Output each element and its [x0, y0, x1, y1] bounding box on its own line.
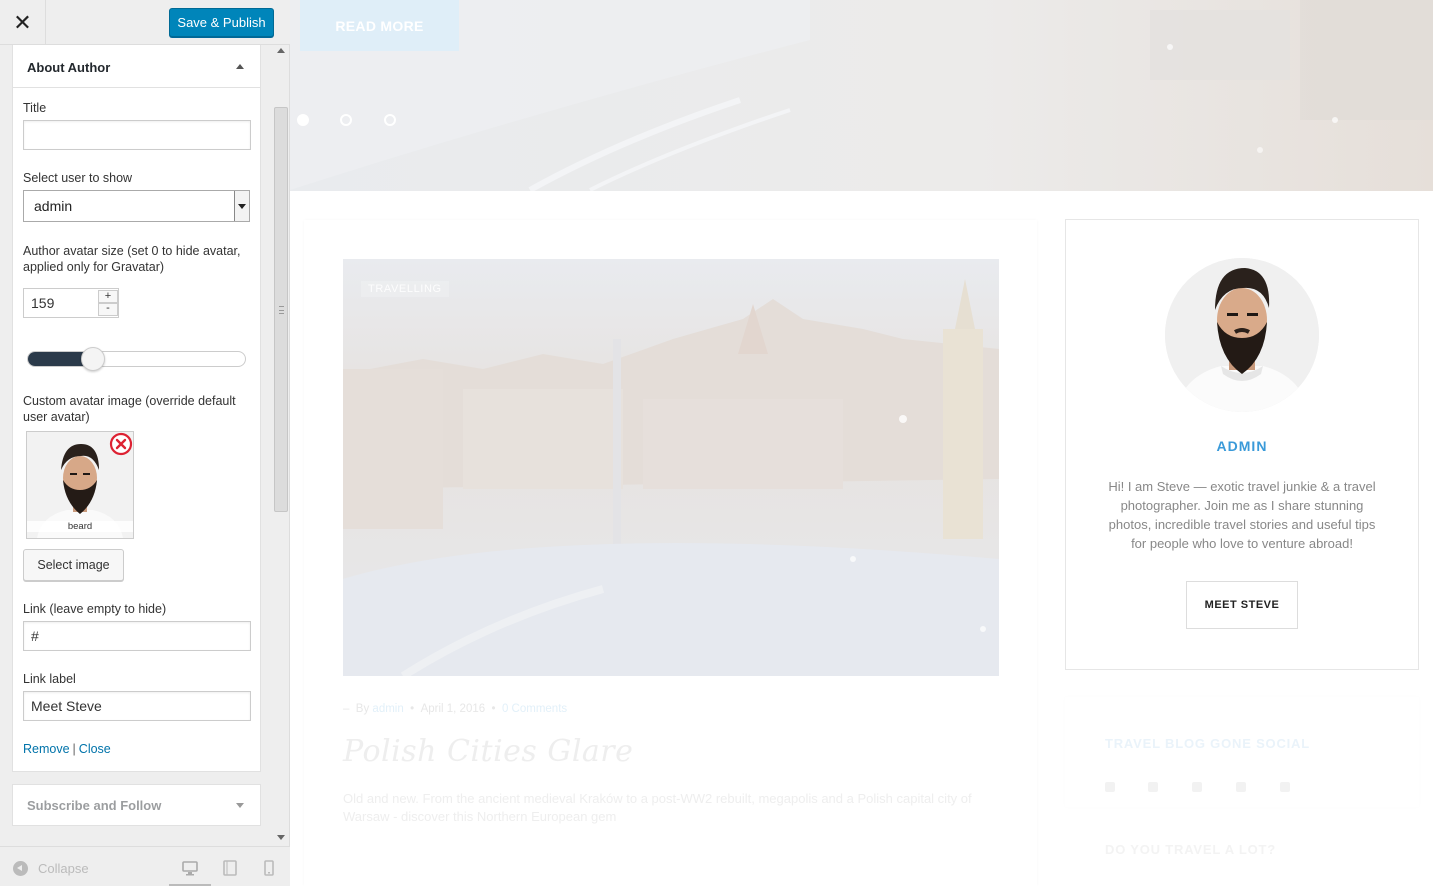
- avatar-size-label: Author avatar size (set 0 to hide avatar…: [23, 244, 241, 274]
- link-text-input[interactable]: [23, 691, 251, 721]
- about-author-widget: About Author Title Select user to show a…: [12, 45, 261, 772]
- post-category-badge[interactable]: TRAVELLING: [361, 281, 449, 297]
- scroll-down-icon[interactable]: [277, 835, 285, 840]
- tablet-icon[interactable]: [222, 860, 238, 876]
- warsaw-old-town-photo: [343, 259, 999, 676]
- post-date: April 1, 2016: [420, 703, 486, 715]
- post-featured-image[interactable]: [343, 259, 999, 676]
- expand-arrow-icon[interactable]: [236, 803, 244, 808]
- hero-city-image: [290, 0, 1433, 191]
- select-user-value: admin: [34, 198, 73, 214]
- post-meta: – By admin • April 1, 2016 • 0 Comments: [343, 703, 567, 715]
- widgets-panel: About Author Title Select user to show a…: [0, 45, 290, 845]
- select-user-dropdown[interactable]: admin: [23, 190, 250, 222]
- title-label: Title: [23, 101, 47, 115]
- site-preview: READ MORE TRAVELLING – By admin • April …: [290, 0, 1433, 886]
- travel-widget-title: DO YOU TRAVEL A LOT?: [1105, 842, 1277, 857]
- google-plus-icon[interactable]: [1192, 782, 1202, 792]
- meta-separator: •: [485, 703, 502, 715]
- widget-title: About Author: [27, 60, 111, 75]
- link-text-label: Link label: [23, 672, 76, 686]
- about-author-box: ADMIN Hi! I am Steve — exotic travel jun…: [1065, 219, 1419, 670]
- grip-icon: [279, 306, 284, 314]
- meta-by: By: [355, 703, 370, 715]
- close-icon: ✕: [13, 9, 32, 35]
- author-avatar: [1165, 258, 1319, 412]
- widget-actions: Remove | Close: [23, 742, 111, 756]
- close-widget-link[interactable]: Close: [79, 742, 111, 756]
- read-more-button[interactable]: READ MORE: [300, 0, 459, 51]
- slider-handle[interactable]: [81, 347, 105, 371]
- scroll-up-icon[interactable]: [277, 48, 285, 53]
- select-image-button[interactable]: Select image: [23, 549, 124, 581]
- facebook-icon[interactable]: [1105, 782, 1115, 792]
- thumbnail-filename: beard: [27, 521, 133, 532]
- author-name[interactable]: ADMIN: [1066, 438, 1418, 454]
- scrollbar-thumb[interactable]: [274, 107, 288, 512]
- save-publish-button[interactable]: Save & Publish: [169, 8, 274, 37]
- twitter-icon[interactable]: [1148, 782, 1158, 792]
- slide-dot-1[interactable]: [297, 114, 309, 126]
- author-bio: Hi! I am Steve — exotic travel junkie & …: [1108, 479, 1376, 551]
- custom-avatar-label: Custom avatar image (override default us…: [23, 394, 236, 424]
- vk-icon[interactable]: [1236, 782, 1246, 792]
- avatar-size-stepper[interactable]: 159 + -: [23, 288, 119, 318]
- avatar-size-value: 159: [31, 295, 55, 311]
- bearded-man-avatar: [1165, 258, 1319, 412]
- social-widget-title: TRAVEL BLOG GONE SOCIAL: [1105, 736, 1310, 751]
- social-widget: TRAVEL BLOG GONE SOCIAL: [1065, 697, 1419, 807]
- stepper-decrement-button[interactable]: -: [98, 303, 118, 316]
- meta-dash: –: [343, 703, 356, 715]
- post-title[interactable]: Polish Cities Glare: [343, 734, 633, 769]
- hero-slider: READ MORE: [290, 0, 1433, 191]
- widget-title: Subscribe and Follow: [27, 798, 162, 813]
- post-comments-link[interactable]: 0 Comments: [502, 703, 567, 715]
- sidebar-scrollbar[interactable]: [272, 45, 290, 845]
- dropdown-arrow-icon[interactable]: [234, 191, 249, 221]
- customizer-footer: Collapse: [0, 846, 290, 886]
- collapse-button[interactable]: Collapse: [38, 861, 89, 876]
- slide-dot-3[interactable]: [384, 114, 396, 126]
- select-user-label: Select user to show: [23, 171, 133, 185]
- subscribe-follow-widget[interactable]: Subscribe and Follow: [12, 784, 261, 826]
- link-input[interactable]: [23, 621, 251, 651]
- meet-steve-button[interactable]: MEET STEVE: [1186, 581, 1298, 629]
- collapse-icon[interactable]: [13, 861, 28, 876]
- avatar-size-slider[interactable]: [27, 347, 246, 371]
- close-customizer-button[interactable]: ✕: [0, 0, 46, 45]
- actions-separator: |: [72, 742, 76, 756]
- desktop-icon[interactable]: [182, 860, 198, 876]
- link-label: Link (leave empty to hide): [23, 602, 167, 616]
- remove-image-icon[interactable]: [109, 432, 133, 456]
- post-author-link[interactable]: admin: [372, 703, 403, 715]
- slide-dot-2[interactable]: [340, 114, 352, 126]
- widget-header[interactable]: About Author: [13, 45, 260, 88]
- instagram-icon[interactable]: [1280, 782, 1290, 792]
- remove-widget-link[interactable]: Remove: [23, 742, 70, 756]
- title-input[interactable]: [23, 120, 251, 150]
- meta-separator: •: [403, 703, 421, 715]
- collapse-arrow-icon[interactable]: [236, 64, 244, 69]
- mobile-icon[interactable]: [261, 860, 277, 876]
- customizer-sidebar: ✕ Save & Publish About Author Title Sele…: [0, 0, 290, 886]
- customizer-header: ✕ Save & Publish: [0, 0, 290, 45]
- post-excerpt: Old and new. From the ancient medieval K…: [343, 791, 972, 824]
